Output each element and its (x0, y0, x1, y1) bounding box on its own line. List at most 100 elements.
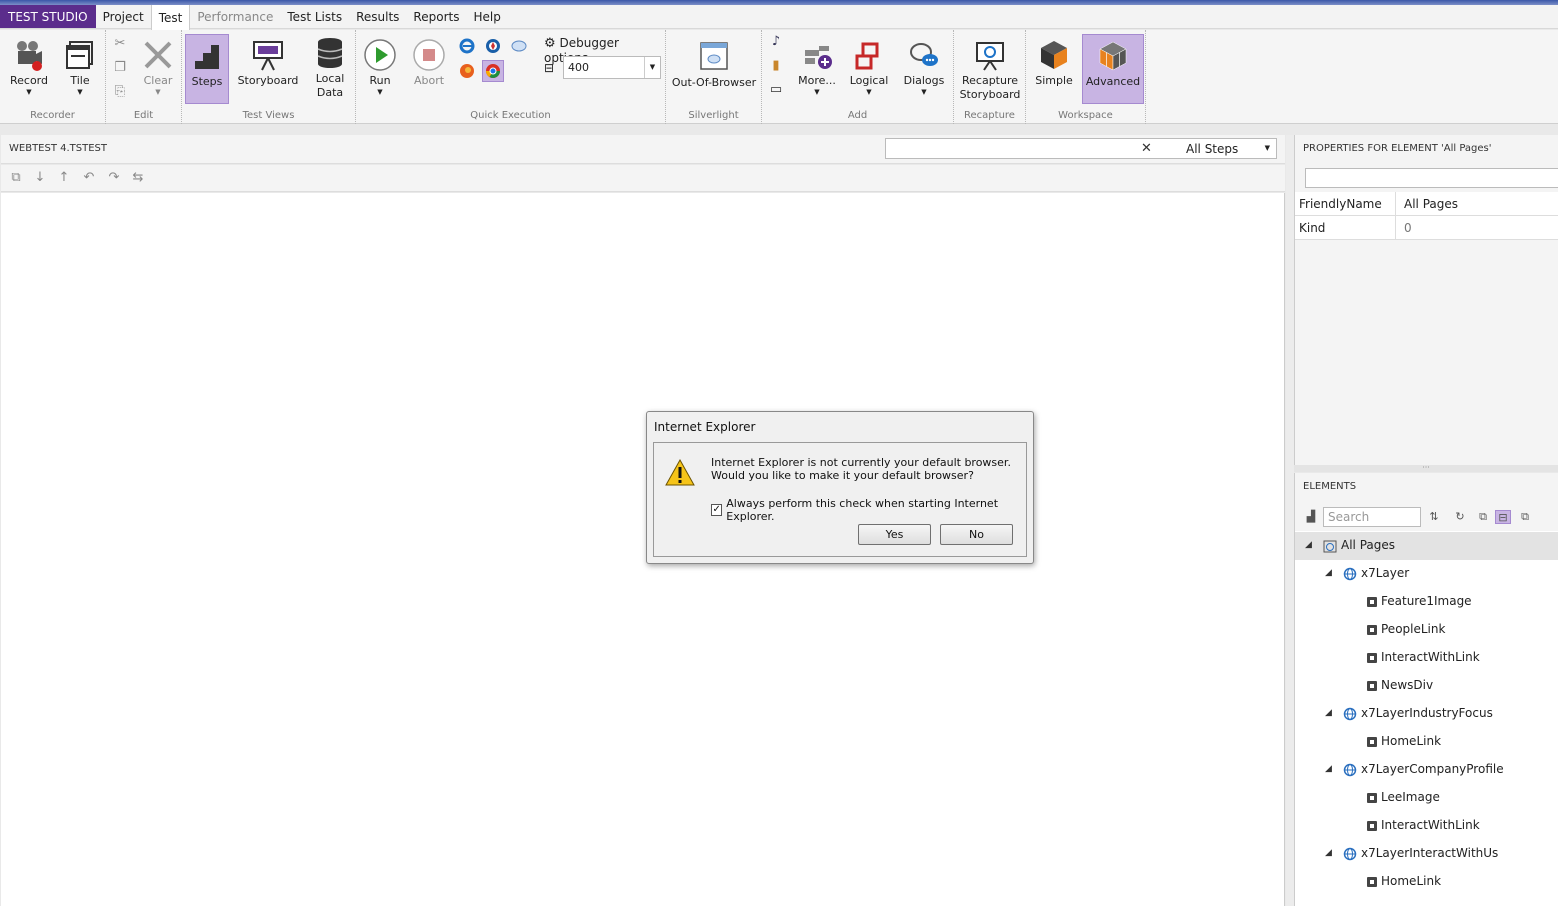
expand-toggle-icon[interactable]: ◢ (1325, 764, 1332, 774)
menu-results[interactable]: Results (349, 5, 406, 28)
horizontal-splitter-grip[interactable]: ··· (1294, 464, 1558, 472)
dialog-message: Internet Explorer is not currently your … (711, 456, 1011, 482)
redo-icon[interactable]: ↷ (106, 170, 122, 186)
tile-button[interactable]: Tile ▼ (58, 38, 102, 96)
expand-toggle-icon[interactable]: ◢ (1305, 540, 1312, 550)
sort-az-icon[interactable]: ⇅ (1426, 510, 1442, 524)
no-button[interactable]: No (940, 524, 1013, 545)
tree-item[interactable]: NewsDiv (1295, 672, 1558, 700)
vertical-splitter[interactable] (1286, 135, 1294, 906)
properties-empty-area (1295, 241, 1558, 465)
test-document-title: WEBTEST 4.TSTEST (9, 143, 108, 154)
paste-icon[interactable]: ⎘ (112, 84, 128, 100)
app-brand-tab[interactable]: TEST STUDIO (0, 5, 96, 28)
firefox-icon[interactable] (459, 63, 475, 79)
steps-stairs-icon (195, 45, 219, 69)
out-of-browser-window-icon (700, 42, 728, 70)
tree-item[interactable]: PeopleLink (1295, 616, 1558, 644)
recapture-storyboard-button[interactable]: Recapture Storyboard (958, 40, 1022, 102)
dialog-body: Internet Explorer is not currently your … (653, 442, 1027, 557)
tree-item[interactable]: ◢ All Pages (1295, 532, 1558, 560)
record-button[interactable]: Record ▼ (6, 38, 52, 96)
tile-dropdown-icon: ▼ (77, 88, 83, 96)
clear-filter-icon[interactable]: ✕ (1141, 141, 1152, 156)
move-up-icon[interactable]: ↑ (56, 170, 72, 186)
property-row[interactable]: FriendlyName All Pages (1295, 192, 1558, 216)
steps-button[interactable]: Steps (185, 34, 229, 104)
page-globe-icon (1343, 707, 1357, 721)
execution-delay-combobox[interactable]: 400 ▼ (563, 56, 661, 79)
tree-item[interactable]: InteractWithLink (1295, 644, 1558, 672)
advanced-workspace-button[interactable]: Advanced (1082, 34, 1144, 104)
menu-performance[interactable]: Performance (190, 5, 280, 28)
abort-button[interactable]: Abort (408, 38, 450, 88)
add-test-as-step-icon[interactable]: ▮ (768, 58, 784, 74)
menu-reports[interactable]: Reports (406, 5, 466, 28)
refresh-icon[interactable]: ↻ (1452, 510, 1468, 524)
tree-item[interactable]: ◢ x7Layer (1295, 560, 1558, 588)
collapse-all-icon[interactable]: ⧉ (8, 170, 24, 186)
tree-item[interactable]: HomeLink (1295, 868, 1558, 896)
warning-icon (665, 459, 695, 486)
more-button[interactable]: More... ▼ (794, 40, 840, 96)
tree-item[interactable]: LeeImage (1295, 784, 1558, 812)
tree-item[interactable]: ◢ x7LayerInteractWithUs (1295, 840, 1558, 868)
out-of-browser-button[interactable]: Out-Of-Browser (670, 40, 758, 90)
menu-test[interactable]: Test (150, 5, 191, 30)
advanced-cube-icon (1099, 41, 1127, 71)
steps-filter-dropdown-icon[interactable]: ▼ (1265, 144, 1270, 152)
internet-explorer-icon[interactable] (459, 38, 475, 54)
silverlight-browser-icon[interactable] (511, 38, 527, 54)
menu-test-lists[interactable]: Test Lists (280, 5, 349, 28)
execution-delay-dropdown-icon[interactable]: ▼ (644, 57, 660, 78)
move-down-icon[interactable]: ↓ (32, 170, 48, 186)
tree-item[interactable]: InteractWithLink (1295, 812, 1558, 840)
steps-filter-selection[interactable]: All Steps (1186, 142, 1238, 156)
elements-stairs-icon[interactable]: ▟ (1303, 510, 1319, 524)
elements-search-input[interactable]: Search (1323, 507, 1421, 527)
local-data-button[interactable]: Local Data (308, 36, 352, 100)
steps-filter-box[interactable]: ✕ All Steps ▼ (885, 138, 1277, 159)
tree-item[interactable]: HomeLink (1295, 728, 1558, 756)
property-row[interactable]: Kind 0 (1295, 216, 1558, 240)
always-check-label: Always perform this check when starting … (726, 497, 999, 523)
reorder-icon[interactable]: ⇆ (130, 170, 146, 186)
abort-label: Abort (413, 74, 445, 87)
always-check-option[interactable]: ✓ Always perform this check when startin… (711, 497, 1026, 523)
yes-button[interactable]: Yes (858, 524, 931, 545)
group-label-quick-execution: Quick Execution (470, 110, 551, 121)
undo-icon[interactable]: ↶ (81, 170, 97, 186)
dialogs-button[interactable]: Dialogs ▼ (900, 40, 948, 96)
chrome-browser-button[interactable] (482, 60, 504, 82)
property-value[interactable]: 0 (1404, 221, 1412, 235)
ribbon: Record ▼ Tile ▼ Recorder ✂ ❐ ⎘ Clear ▼ E… (0, 30, 1558, 124)
cut-icon[interactable]: ✂ (112, 36, 128, 52)
logical-button[interactable]: Logical ▼ (846, 40, 892, 96)
tree-item[interactable]: ◢ x7LayerIndustryFocus (1295, 700, 1558, 728)
tree-item[interactable]: Feature1Image (1295, 588, 1558, 616)
property-value[interactable]: All Pages (1404, 197, 1458, 211)
add-comment-icon[interactable]: ▭ (768, 82, 784, 98)
simple-workspace-button[interactable]: Simple (1030, 38, 1078, 88)
tree-item[interactable]: ◢ x7LayerCompanyProfile (1295, 756, 1558, 784)
storyboard-button[interactable]: Storyboard (236, 38, 300, 88)
menu-project[interactable]: Project (96, 5, 151, 28)
advanced-label: Advanced (1085, 75, 1141, 88)
add-script-step-icon[interactable]: ♪ (768, 34, 784, 50)
run-button[interactable]: Run ▼ (360, 38, 400, 96)
clear-button[interactable]: Clear ▼ (138, 38, 178, 96)
always-check-checkbox[interactable]: ✓ (711, 504, 723, 516)
record-label: Record (9, 74, 48, 87)
expand-icon[interactable]: ⧉ (1517, 510, 1533, 524)
copy-icon[interactable]: ❐ (112, 60, 128, 76)
menu-help[interactable]: Help (466, 5, 507, 28)
expand-toggle-icon[interactable]: ◢ (1325, 708, 1332, 718)
properties-search-input[interactable] (1305, 168, 1558, 188)
collapse-icon[interactable]: ⧉ (1475, 510, 1491, 524)
expand-toggle-icon[interactable]: ◢ (1325, 848, 1332, 858)
element-icon (1367, 877, 1377, 887)
local-data-label-2: Data (316, 86, 344, 99)
expand-toggle-icon[interactable]: ◢ (1325, 568, 1332, 578)
view-mode-icon[interactable]: ⊟ (1495, 510, 1511, 524)
safari-icon[interactable] (485, 38, 501, 54)
